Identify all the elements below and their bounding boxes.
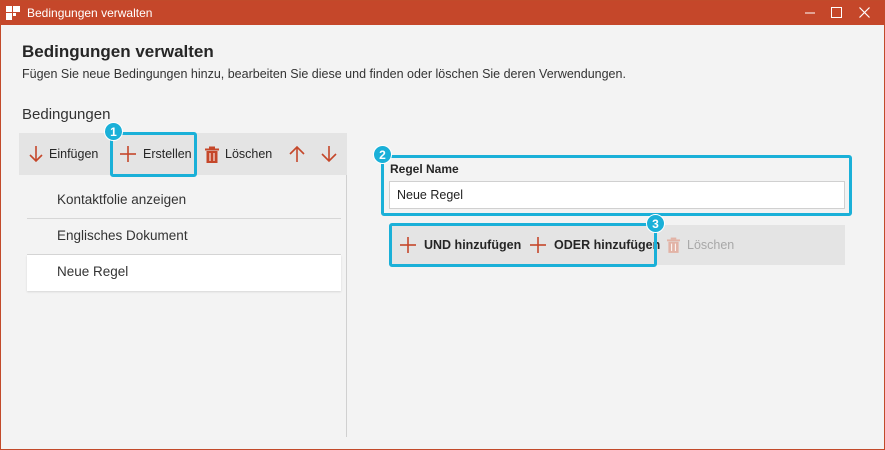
list-item-selected[interactable]: Neue Regel xyxy=(27,255,341,291)
dialog-window: Bedingungen verwalten Bedingungen verwal… xyxy=(0,0,885,450)
app-logo-icon xyxy=(6,6,20,20)
conditions-panel: Einfügen Erstellen Löschen Kontaktfolie … xyxy=(19,133,347,437)
delete-label: Löschen xyxy=(225,147,273,161)
title-bar: Bedingungen verwalten xyxy=(1,1,884,25)
delete-button[interactable]: Löschen xyxy=(205,133,272,175)
rule-delete-button[interactable]: Löschen xyxy=(667,225,734,265)
minimize-icon xyxy=(805,12,815,14)
list-item[interactable]: Kontaktfolie anzeigen xyxy=(27,183,341,219)
trash-icon xyxy=(205,146,219,163)
move-up-button[interactable] xyxy=(289,133,311,175)
insert-label: Einfügen xyxy=(49,147,99,161)
move-down-button[interactable] xyxy=(321,133,343,175)
trash-icon xyxy=(667,237,680,253)
rule-delete-label: Löschen xyxy=(687,238,735,252)
window-title: Bedingungen verwalten xyxy=(27,6,153,20)
page-title: Bedingungen verwalten xyxy=(22,42,214,61)
page-description: Fügen Sie neue Bedingungen hinzu, bearbe… xyxy=(22,67,626,81)
callout-badge-2: 2 xyxy=(373,145,392,164)
callout-frame-create xyxy=(110,132,197,177)
list-item[interactable]: Englisches Dokument xyxy=(27,219,341,255)
conditions-list: Kontaktfolie anzeigen Englisches Dokumen… xyxy=(27,183,341,291)
close-icon xyxy=(858,7,870,18)
callout-badge-1: 1 xyxy=(104,122,123,141)
callout-frame-add-buttons xyxy=(389,223,657,267)
close-button[interactable] xyxy=(851,1,877,25)
callout-frame-rule-name xyxy=(381,155,852,216)
arrow-down-icon xyxy=(29,146,43,163)
maximize-button[interactable] xyxy=(823,1,849,25)
arrow-up-icon xyxy=(289,145,305,162)
arrow-down-icon xyxy=(321,146,337,163)
conditions-section-label: Bedingungen xyxy=(22,106,111,123)
minimize-button[interactable] xyxy=(797,1,823,25)
maximize-icon xyxy=(830,7,842,18)
callout-badge-3: 3 xyxy=(646,214,665,233)
insert-button[interactable]: Einfügen xyxy=(29,133,98,175)
